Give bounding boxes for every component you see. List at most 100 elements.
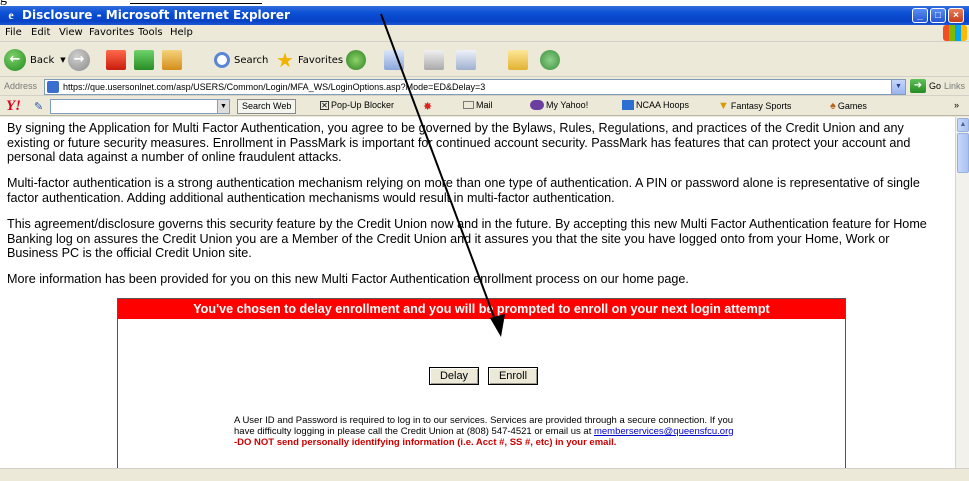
popup-blocker-label: Pop-Up Blocker xyxy=(331,100,395,110)
title-bar: e Disclosure - Microsoft Internet Explor… xyxy=(0,6,969,25)
caption-underline xyxy=(130,3,262,4)
address-bar: Address https://que.usersonlnet.com/asp/… xyxy=(0,78,969,96)
search-button[interactable]: Search xyxy=(214,48,268,72)
ncaa-label: NCAA Hoops xyxy=(636,100,690,110)
chevron-down-icon: ▼ xyxy=(60,56,66,64)
folder-icon xyxy=(508,50,528,70)
print-icon xyxy=(424,50,444,70)
trophy-icon: ▼ xyxy=(718,100,729,112)
scroll-up-icon[interactable]: ▲ xyxy=(957,118,969,132)
links-button[interactable]: Links xyxy=(944,81,965,91)
disclosure-paragraph-3: This agreement/disclosure governs this s… xyxy=(7,217,927,260)
history-icon xyxy=(346,50,366,70)
stop-icon xyxy=(106,50,126,70)
menu-help[interactable]: Help xyxy=(170,27,193,38)
home-button[interactable] xyxy=(162,48,182,72)
fantasy-label: Fantasy Sports xyxy=(730,101,792,111)
menu-favorites[interactable]: Favorites xyxy=(89,27,134,38)
vertical-scrollbar[interactable]: ▲ xyxy=(955,117,969,468)
forward-button[interactable]: → xyxy=(68,48,90,72)
menu-bar: File Edit View Favorites Tools Help xyxy=(0,25,969,42)
delay-enrollment-banner: You've chosen to delay enrollment and yo… xyxy=(118,299,845,319)
pencil-icon[interactable]: ✎ xyxy=(34,100,43,113)
minimize-button[interactable]: _ xyxy=(912,8,928,23)
edit-button[interactable] xyxy=(456,48,476,72)
mail-toolbar-button[interactable] xyxy=(384,48,404,72)
go-arrow-icon: ➜ xyxy=(910,79,926,93)
ncaa-button[interactable]: NCAA Hoops xyxy=(622,100,689,110)
back-label: Back xyxy=(30,54,55,66)
messenger-button[interactable] xyxy=(540,48,560,72)
delay-button[interactable]: Delay xyxy=(429,367,479,385)
games-button[interactable]: ♠ Games xyxy=(830,100,867,112)
disclosure-paragraph-1: By signing the Application for Multi Fac… xyxy=(7,121,911,164)
address-label: Address xyxy=(4,81,38,91)
windows-flag-icon xyxy=(943,25,967,41)
email-link[interactable]: memberservices@queensfcu.org xyxy=(594,426,734,437)
forward-arrow-icon: → xyxy=(68,49,90,71)
go-label: Go xyxy=(929,81,942,91)
favorites-button[interactable]: ★ Favorites xyxy=(276,48,343,72)
back-arrow-icon: ← xyxy=(4,49,26,71)
menu-edit[interactable]: Edit xyxy=(31,27,50,38)
history-button[interactable] xyxy=(346,48,366,72)
envelope-icon xyxy=(463,101,474,109)
standard-toolbar: ← Back ▼ → Search ★ Favorites xyxy=(0,43,969,77)
address-url: https://que.usersonlnet.com/asp/USERS/Co… xyxy=(63,82,486,92)
mail-icon xyxy=(384,50,404,70)
menu-tools[interactable]: Tools xyxy=(138,27,163,38)
maximize-button[interactable]: □ xyxy=(930,8,946,23)
ncaa-icon xyxy=(622,100,634,110)
go-button[interactable]: ➜ Go xyxy=(910,79,941,93)
search-web-button[interactable]: Search Web xyxy=(237,99,297,114)
checkbox-icon: ✕ xyxy=(320,100,329,110)
yahoo-mail-button[interactable]: Mail xyxy=(463,100,493,110)
yahoo-search-input[interactable]: ▼ xyxy=(50,99,230,114)
refresh-icon xyxy=(134,50,154,70)
yahoo-search-dropdown-icon[interactable]: ▼ xyxy=(217,100,229,113)
shield-button[interactable]: ✸ xyxy=(423,100,432,113)
menu-view[interactable]: View xyxy=(59,27,83,38)
refresh-button[interactable] xyxy=(134,48,154,72)
status-bar xyxy=(0,468,969,481)
yahoo-toolbar: Y! ✎ ▼ Search Web ✕ Pop-Up Blocker ✸ Mai… xyxy=(0,97,969,116)
home-icon xyxy=(162,50,182,70)
privacy-warning: -DO NOT send personally identifying info… xyxy=(234,437,617,448)
login-notice: A User ID and Password is required to lo… xyxy=(234,415,734,448)
shield-icon: ✸ xyxy=(423,101,433,113)
back-button[interactable]: ← Back ▼ xyxy=(4,48,66,72)
address-dropdown-icon[interactable]: ▼ xyxy=(891,80,905,94)
yahoo-logo[interactable]: Y! xyxy=(6,98,21,115)
window-title: Disclosure - Microsoft Internet Explorer xyxy=(22,8,290,22)
my-yahoo-button[interactable]: My Yahoo! xyxy=(530,100,588,110)
folder-button[interactable] xyxy=(508,48,528,72)
search-label: Search xyxy=(234,54,269,66)
games-icon: ♠ xyxy=(830,100,836,112)
disclosure-paragraph-4: More information has been provided for y… xyxy=(7,272,689,286)
stop-button[interactable] xyxy=(106,48,126,72)
browser-window: e Disclosure - Microsoft Internet Explor… xyxy=(0,6,969,481)
toolbar-overflow-icon[interactable]: » xyxy=(954,100,959,110)
disclosure-paragraph-2: Multi-factor authentication is a strong … xyxy=(7,176,920,205)
enrollment-box: You've chosen to delay enrollment and yo… xyxy=(117,298,846,472)
scroll-thumb[interactable] xyxy=(957,133,969,173)
fantasy-sports-button[interactable]: ▼ Fantasy Sports xyxy=(718,100,791,112)
messenger-icon xyxy=(540,50,560,70)
close-button[interactable]: × xyxy=(948,8,964,23)
menu-file[interactable]: File xyxy=(5,27,22,38)
page-icon xyxy=(47,81,59,93)
popup-blocker-button[interactable]: ✕ Pop-Up Blocker xyxy=(320,100,394,110)
favorites-label: Favorites xyxy=(297,54,344,66)
star-icon: ★ xyxy=(276,48,294,72)
enroll-button[interactable]: Enroll xyxy=(488,367,538,385)
games-label: Games xyxy=(837,101,867,111)
page-content: By signing the Application for Multi Fac… xyxy=(0,117,955,472)
address-input[interactable]: https://que.usersonlnet.com/asp/USERS/Co… xyxy=(44,79,906,95)
yahoo-mail-label: Mail xyxy=(476,100,493,110)
edit-icon xyxy=(456,50,476,70)
search-icon xyxy=(214,52,230,68)
my-yahoo-icon xyxy=(530,100,544,110)
ie-logo-icon: e xyxy=(8,8,14,22)
print-button[interactable] xyxy=(424,48,444,72)
my-yahoo-label: My Yahoo! xyxy=(546,100,589,110)
